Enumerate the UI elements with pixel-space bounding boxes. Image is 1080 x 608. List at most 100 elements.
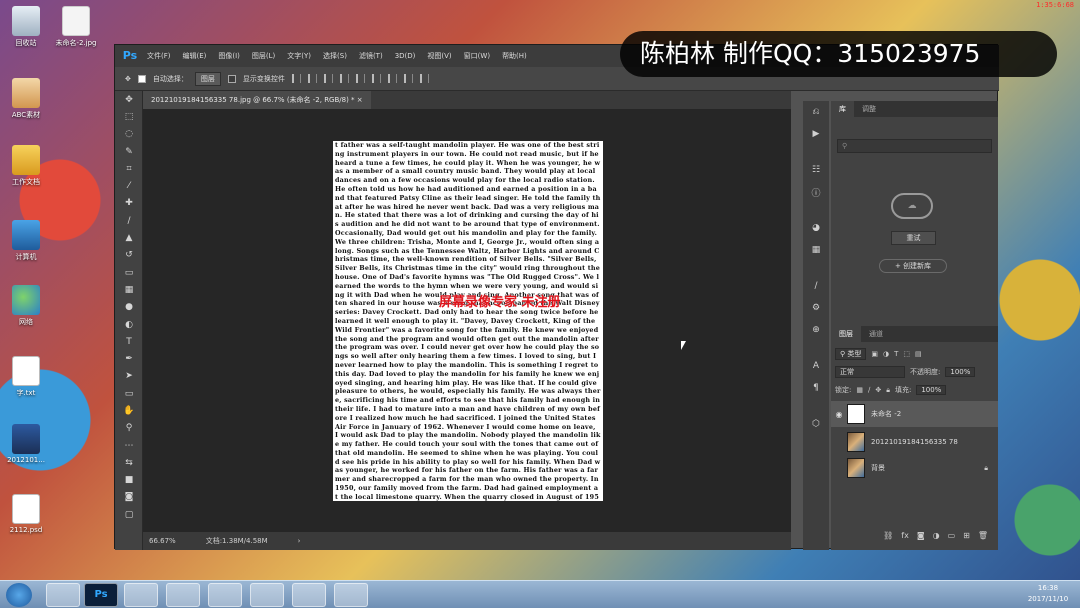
zoom-level[interactable]: 66.67% (149, 537, 176, 545)
path-select-tool-icon[interactable]: ➤ (115, 368, 143, 385)
eraser-tool-icon[interactable]: ▭ (115, 264, 143, 281)
menu-edit[interactable]: 编辑(E) (177, 51, 213, 61)
menu-view[interactable]: 视图(V) (421, 51, 457, 61)
brush-tool-icon[interactable]: ∕ (115, 212, 143, 229)
tab-library[interactable]: 库 (831, 101, 854, 117)
menu-type[interactable]: 文字(Y) (281, 51, 317, 61)
blend-mode-dropdown[interactable]: 正常 (835, 366, 905, 378)
brush-presets-icon[interactable]: ⚙ (803, 297, 829, 319)
desktop-icon-txt[interactable]: 字.txt (0, 356, 52, 398)
layer-filter-dropdown[interactable]: ⚲ 类型 (835, 348, 867, 360)
library-search-input[interactable]: ⚲ (837, 139, 992, 153)
close-icon[interactable]: × (357, 96, 363, 104)
eye-icon[interactable]: ◉ (831, 410, 847, 419)
tab-channels[interactable]: 通道 (861, 326, 891, 342)
layer-row[interactable]: 20121019184156335 78 (831, 429, 998, 455)
hand-tool-icon[interactable]: ✋ (115, 402, 143, 419)
properties-icon[interactable]: ☷ (803, 159, 829, 181)
system-tray[interactable] (905, 587, 1025, 603)
tab-layers[interactable]: 图层 (831, 326, 861, 342)
align-middle-icon[interactable] (355, 74, 365, 83)
brush-settings-icon[interactable]: ∕ (803, 275, 829, 297)
lock-position-icon[interactable]: ✥ (875, 386, 881, 394)
menu-select[interactable]: 选择(S) (317, 51, 353, 61)
taskbar-clock[interactable]: 16:38 2017/11/10 (1018, 583, 1078, 605)
layer-style-icon[interactable]: fx (901, 531, 909, 540)
filter-type-icon[interactable]: T (894, 350, 898, 358)
desktop-icon-image[interactable]: 2012101... (0, 424, 52, 464)
fill-input[interactable]: 100% (916, 385, 947, 395)
lock-all-icon[interactable]: 🔒︎ (886, 386, 890, 395)
filter-pixel-icon[interactable]: ▣ (871, 350, 878, 358)
align-center-icon[interactable] (307, 74, 317, 83)
trash-icon[interactable]: 🗑︎ (978, 531, 988, 540)
lock-pixels-icon[interactable]: ▦ (856, 386, 863, 394)
auto-select-checkbox[interactable] (137, 74, 146, 83)
menu-filter[interactable]: 滤镜(T) (353, 51, 389, 61)
history-icon[interactable]: ⎌ (803, 101, 829, 123)
clone-source-icon[interactable]: ⊕ (803, 319, 829, 341)
history-brush-icon[interactable]: ↺ (115, 247, 143, 264)
desktop-icon-work-docs[interactable]: 工作文档 (0, 145, 52, 187)
desktop-icon-abc[interactable]: ABC素材 (0, 78, 52, 120)
align-top-icon[interactable] (339, 74, 349, 83)
filter-adjust-icon[interactable]: ◑ (883, 350, 889, 358)
distribute-icon[interactable] (419, 74, 429, 83)
move-tool-icon[interactable]: ✥ (115, 91, 143, 108)
actions-play-icon[interactable]: ▶ (803, 123, 829, 145)
swap-colors-icon[interactable]: ⇆ (115, 454, 143, 471)
stamp-tool-icon[interactable]: ▲ (115, 229, 143, 246)
link-layers-icon[interactable]: ⛓ (883, 531, 893, 540)
status-arrow-icon[interactable]: › (298, 537, 301, 545)
taskbar-explorer[interactable] (46, 583, 80, 607)
auto-select-dropdown[interactable]: 图层 (194, 71, 221, 86)
start-button[interactable] (6, 583, 32, 607)
screen-mode-icon[interactable]: ▢ (115, 506, 143, 523)
new-layer-icon[interactable]: ⊞ (963, 531, 970, 540)
menu-3d[interactable]: 3D(D) (389, 52, 422, 60)
desktop-icon-recycle-bin[interactable]: 回收站 (0, 6, 52, 48)
menu-file[interactable]: 文件(F) (141, 51, 177, 61)
3d-icon[interactable]: ⬡ (803, 413, 829, 435)
marquee-tool-icon[interactable]: ⬚ (115, 108, 143, 125)
paragraph-icon[interactable]: ¶ (803, 377, 829, 399)
align-right-icon[interactable] (323, 74, 333, 83)
pen-tool-icon[interactable]: ✒ (115, 350, 143, 367)
add-mask-icon[interactable]: ◙ (917, 531, 925, 540)
eyedropper-tool-icon[interactable]: ⁄ (115, 177, 143, 194)
filter-shape-icon[interactable]: ⬚ (903, 350, 910, 358)
align-bottom-icon[interactable] (371, 74, 381, 83)
desktop-icon-jpg-file[interactable]: 未命名-2.jpg (50, 6, 102, 48)
type-tool-icon[interactable]: T (115, 333, 143, 350)
create-library-button[interactable]: + 创建新库 (879, 259, 947, 273)
align-left-icon[interactable] (291, 74, 301, 83)
opacity-input[interactable]: 100% (945, 367, 976, 377)
taskbar-folder[interactable] (334, 583, 368, 607)
gradient-tool-icon[interactable]: ▦ (115, 281, 143, 298)
move-tool-icon[interactable]: ✥ (125, 75, 131, 83)
taskbar-app[interactable] (124, 583, 158, 607)
desktop-icon-computer[interactable]: 计算机 (0, 220, 52, 262)
crop-tool-icon[interactable]: ⌗ (115, 160, 143, 177)
dodge-tool-icon[interactable]: ◐ (115, 316, 143, 333)
tab-adjustments[interactable]: 调整 (854, 101, 884, 117)
show-transform-checkbox[interactable] (227, 74, 236, 83)
blur-tool-icon[interactable]: ● (115, 299, 143, 316)
menu-window[interactable]: 窗口(W) (458, 51, 496, 61)
lasso-tool-icon[interactable]: ◌ (115, 126, 143, 143)
character-icon[interactable]: A (803, 355, 829, 377)
taskbar-app[interactable] (166, 583, 200, 607)
menu-image[interactable]: 图像(I) (212, 51, 246, 61)
color-icon[interactable]: ◕ (803, 217, 829, 239)
document-tab[interactable]: 20121019184156335 78.jpg @ 66.7% (未命名 -2… (143, 91, 371, 109)
healing-brush-icon[interactable]: ✚ (115, 195, 143, 212)
adjustment-layer-icon[interactable]: ◑ (933, 531, 940, 540)
layer-row[interactable]: 背景 🔒︎ (831, 455, 998, 481)
document-canvas[interactable]: t father was a self-taught mandolin play… (333, 141, 603, 501)
canvas-area[interactable]: t father was a self-taught mandolin play… (143, 109, 791, 532)
distribute-icon[interactable] (387, 74, 397, 83)
swatches-icon[interactable]: ▦ (803, 239, 829, 261)
new-group-icon[interactable]: ▭ (948, 531, 956, 540)
desktop-icon-psd[interactable]: 2112.psd (0, 494, 52, 534)
more-tools-icon[interactable]: ⋯ (115, 437, 143, 454)
